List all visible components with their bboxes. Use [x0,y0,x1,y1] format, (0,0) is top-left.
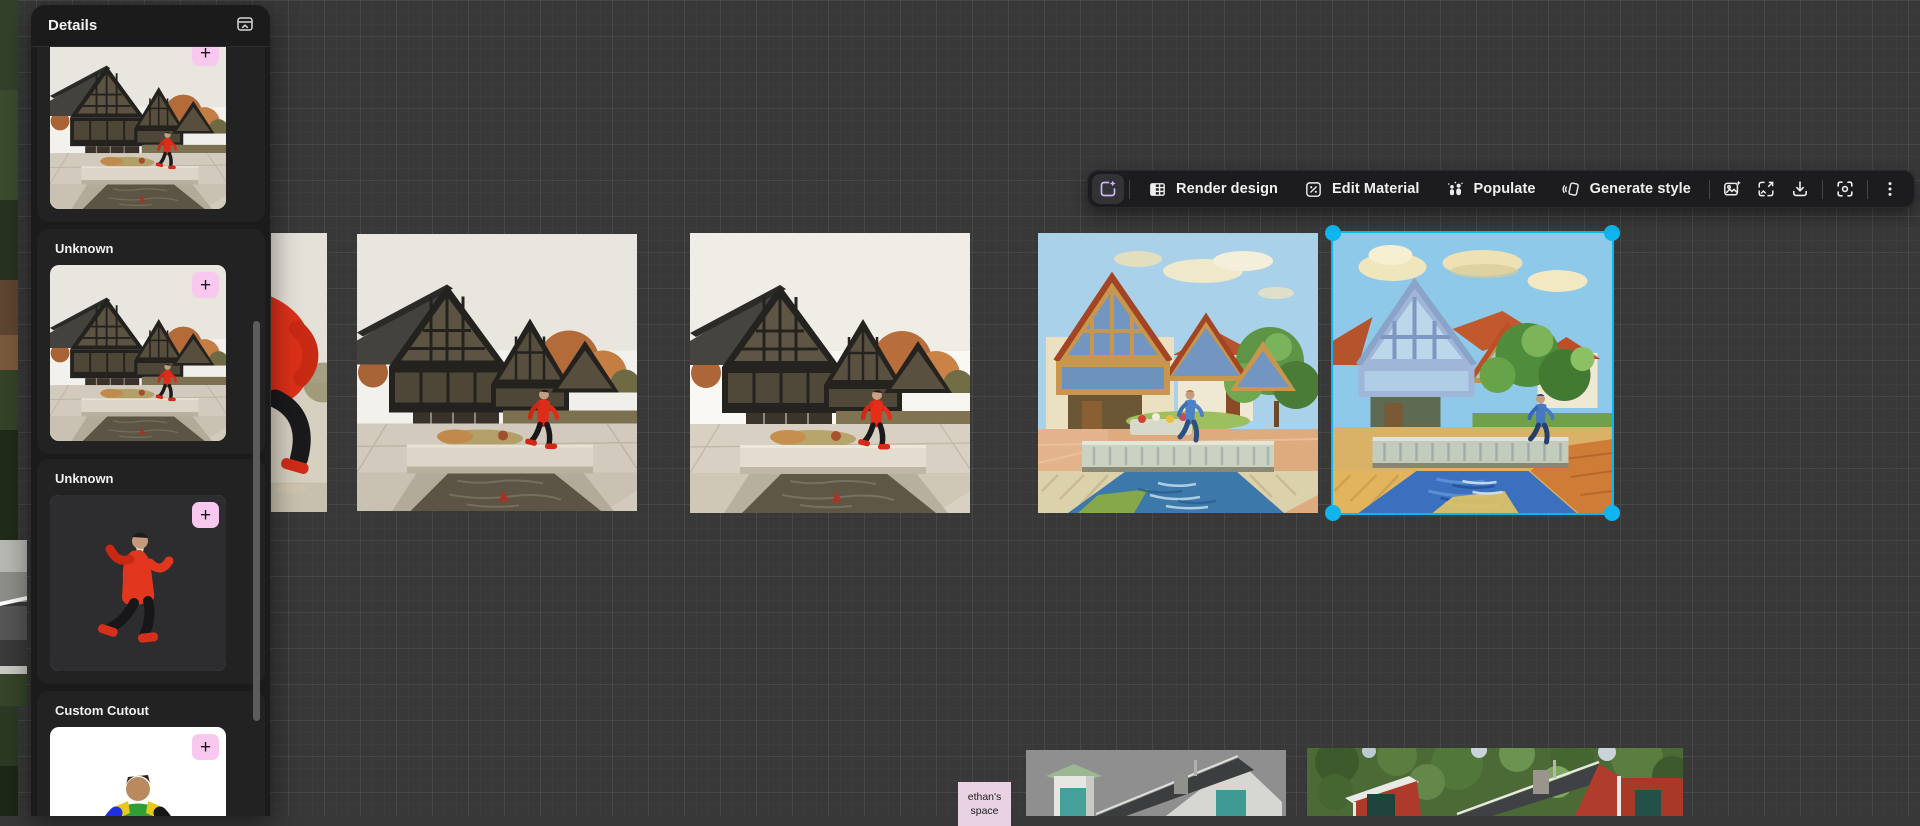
image-expand-button[interactable] [1749,174,1783,204]
add-to-canvas-button[interactable]: + [192,47,219,66]
generate-style-label: Generate style [1590,181,1691,197]
shake-card-icon [1562,180,1581,199]
selection-handle-top-left[interactable] [1325,225,1341,241]
image-expand-icon [1756,179,1776,199]
detail-card-3-thumbnail[interactable]: + [50,727,226,816]
download-icon [1790,179,1810,199]
canvas-image-house-photo-1[interactable] [357,234,637,511]
detail-card-2-label: Unknown [55,471,252,486]
render-design-button[interactable]: Render design [1135,174,1291,204]
selected-image-content[interactable] [1333,233,1612,513]
image-enhance-button[interactable] [1715,174,1749,204]
panel-scrollbar[interactable] [253,321,260,721]
add-to-canvas-button[interactable]: + [192,272,219,298]
percent-swatch-icon [1304,180,1323,199]
detail-card-0[interactable]: + [37,47,265,222]
render-design-label: Render design [1176,181,1278,197]
canvas-note[interactable]: ethan's space [958,782,1011,826]
panel-collapse-button[interactable] [232,13,258,39]
selection-handle-bottom-left[interactable] [1325,505,1341,521]
canvas-image-painting-1[interactable] [1038,233,1318,513]
canvas-image-red-house[interactable] [1307,748,1683,816]
canvas-toolbar: Render design Edit Material Populate [1087,170,1915,208]
detail-card-2-thumbnail[interactable]: + [50,495,226,671]
details-panel-scroll-area[interactable]: + Unknown + Unknown + Custom Cutout + [31,47,270,816]
marquee-sparkle-icon [1098,179,1118,199]
populate-label: Populate [1474,181,1536,197]
download-button[interactable] [1783,174,1817,204]
left-edge-image-sliver[interactable] [0,0,28,816]
canvas-image-house-photo-2[interactable] [690,233,970,513]
details-panel: Details + Unknown + [31,5,270,816]
detail-card-1-label: Unknown [55,241,252,256]
generate-style-button[interactable]: Generate style [1549,174,1704,204]
details-panel-header: Details [31,5,270,47]
detail-card-1-thumbnail[interactable]: + [50,265,226,441]
image-sparkle-icon [1722,179,1742,199]
table-grid-icon [1148,180,1167,199]
selection-handle-top-right[interactable] [1604,225,1620,241]
edit-material-button[interactable]: Edit Material [1291,174,1433,204]
edit-material-label: Edit Material [1332,181,1420,197]
detail-card-3-label: Custom Cutout [55,703,252,718]
toolbar-divider [1822,180,1823,199]
select-tool-button[interactable] [1092,174,1124,204]
focus-capture-button[interactable] [1828,174,1862,204]
detail-card-1[interactable]: Unknown + [37,229,265,454]
people-sparkle-icon [1446,180,1465,199]
add-to-canvas-button[interactable]: + [192,502,219,528]
panel-collapse-icon [235,14,255,37]
canvas-image-gray-render[interactable] [1026,750,1286,816]
more-options-button[interactable] [1873,174,1907,204]
toolbar-divider [1867,180,1868,199]
toolbar-divider [1129,180,1130,199]
add-to-canvas-button[interactable]: + [192,734,219,760]
toolbar-divider [1709,180,1710,199]
details-panel-title: Details [48,17,97,34]
kebab-vertical-icon [1880,179,1900,199]
detail-card-2[interactable]: Unknown + [37,459,265,684]
detail-card-0-thumbnail[interactable]: + [50,47,226,209]
focus-capture-icon [1835,179,1855,199]
populate-button[interactable]: Populate [1433,174,1549,204]
canvas-image-painting-2-selected[interactable] [1333,233,1612,513]
selection-handle-bottom-right[interactable] [1604,505,1620,521]
detail-card-3[interactable]: Custom Cutout + [37,691,265,816]
canvas-image-runner-closeup[interactable] [271,233,327,512]
